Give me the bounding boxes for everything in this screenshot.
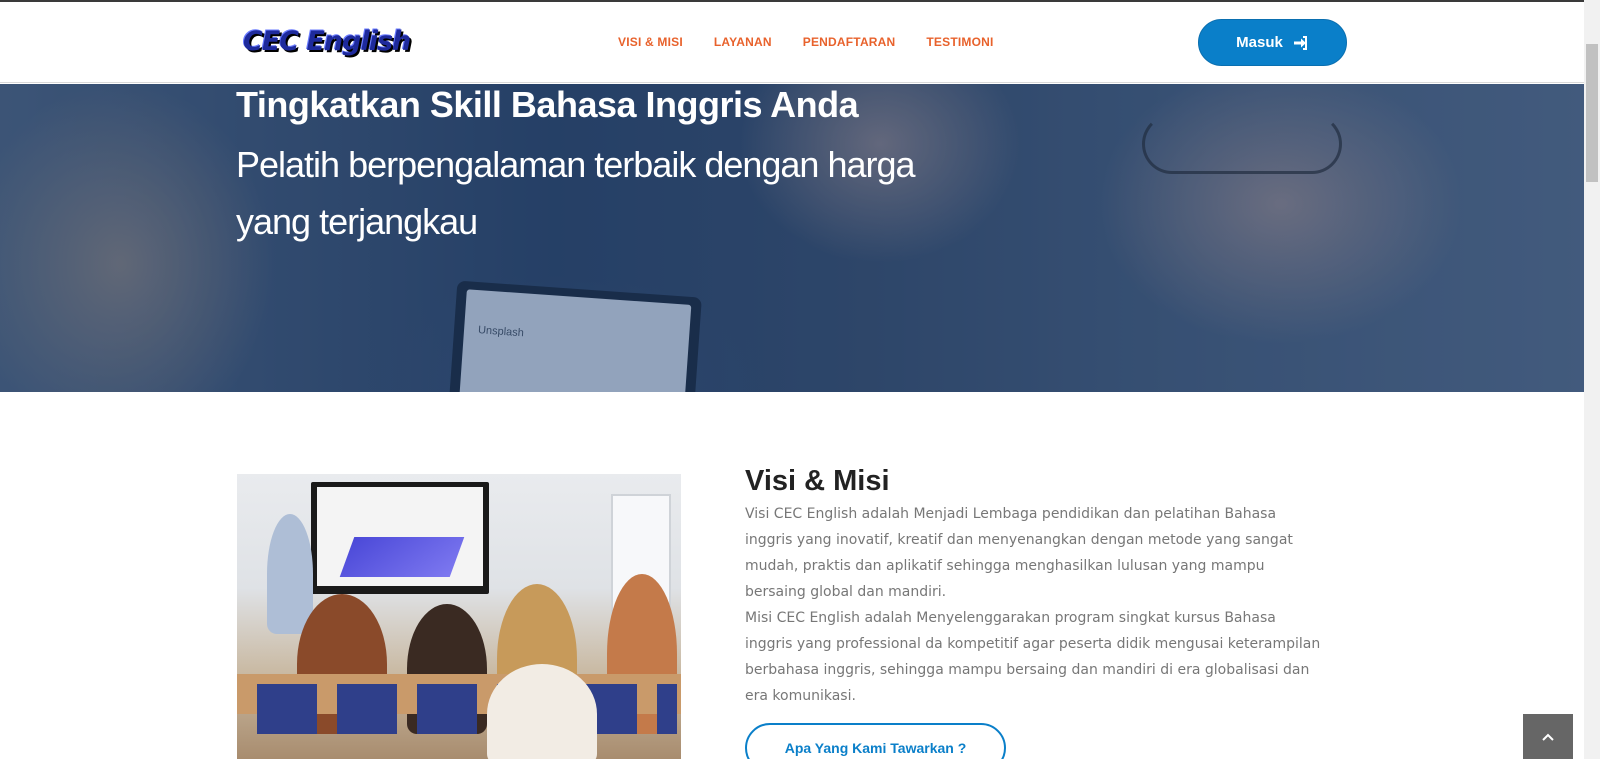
main-nav: VISI & MISI LAYANAN PENDAFTARAN TESTIMON… bbox=[618, 35, 994, 49]
site-header: CEC English VISI & MISI LAYANAN PENDAFTA… bbox=[0, 2, 1584, 83]
login-label: Masuk bbox=[1236, 34, 1283, 51]
offer-button[interactable]: Apa Yang Kami Tawarkan ? bbox=[745, 723, 1006, 759]
nav-visi-misi[interactable]: VISI & MISI bbox=[618, 35, 683, 49]
visi-misi-title: Visi & Misi bbox=[745, 465, 890, 497]
hero-banner: Unsplash Tingkatkan Skill Bahasa Inggris… bbox=[0, 84, 1584, 392]
nav-testimoni[interactable]: TESTIMONI bbox=[926, 35, 993, 49]
hero-title: Tingkatkan Skill Bahasa Inggris Anda bbox=[236, 84, 859, 125]
logo[interactable]: CEC English bbox=[243, 26, 411, 57]
chevron-up-icon bbox=[1542, 733, 1554, 741]
classroom-photo bbox=[237, 474, 681, 759]
visi-paragraph: Visi CEC English adalah Menjadi Lembaga … bbox=[745, 506, 1293, 600]
nav-pendaftaran[interactable]: PENDAFTARAN bbox=[803, 35, 896, 49]
sign-in-icon bbox=[1293, 35, 1307, 50]
login-button[interactable]: Masuk bbox=[1198, 19, 1347, 66]
scrollbar-thumb[interactable] bbox=[1586, 44, 1598, 182]
back-to-top-button[interactable] bbox=[1523, 714, 1573, 759]
classroom-screen bbox=[311, 482, 489, 594]
misi-paragraph: Misi CEC English adalah Menyelenggarakan… bbox=[745, 610, 1321, 704]
nav-layanan[interactable]: LAYANAN bbox=[714, 35, 772, 49]
page-scrollbar[interactable] bbox=[1584, 0, 1600, 759]
hero-subtitle: Pelatih berpengalaman terbaik dengan har… bbox=[236, 144, 916, 242]
teacher-figure bbox=[267, 514, 313, 634]
